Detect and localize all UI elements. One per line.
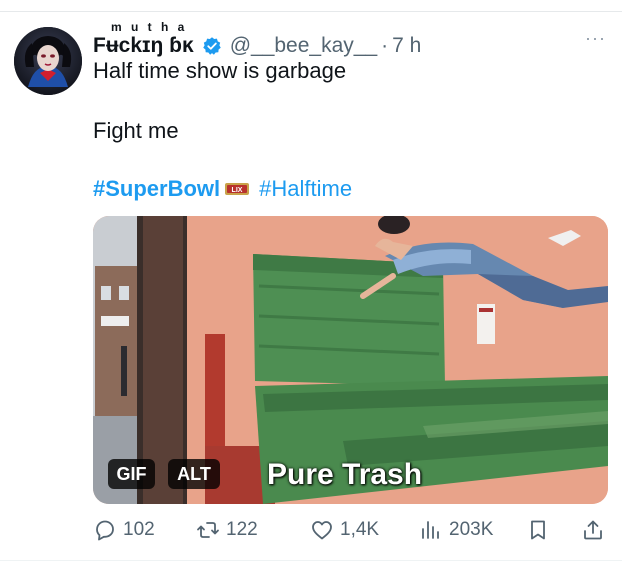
- views-chart-icon: [422, 521, 439, 539]
- hashtags: #SuperBowl LIX #Halftime: [93, 174, 352, 204]
- like-count: 1,4K: [340, 519, 380, 540]
- alt-badge[interactable]: ALT: [168, 459, 220, 489]
- post-text-line-2: Fight me: [93, 118, 179, 143]
- repost-icon: [197, 522, 219, 538]
- superbowl-logo-icon: LIX: [225, 183, 250, 195]
- repost-count: 122: [226, 519, 258, 540]
- bottom-divider: [0, 560, 622, 561]
- reply-count: 102: [123, 519, 155, 540]
- views-count: 203K: [449, 519, 494, 540]
- display-name-super: m u t h a: [111, 20, 188, 34]
- repost-button[interactable]: 122: [196, 514, 258, 546]
- display-name-text: Fʉckɪŋ ɓĸ: [93, 34, 194, 57]
- views-button[interactable]: 203K: [419, 514, 493, 546]
- gif-badge[interactable]: GIF: [108, 459, 155, 489]
- more-options-icon[interactable]: ···: [585, 28, 606, 49]
- share-button[interactable]: [581, 514, 611, 546]
- heart-icon: [312, 521, 332, 540]
- timestamp[interactable]: 7 h: [392, 34, 421, 58]
- verified-badge-icon: [202, 37, 221, 55]
- gif-caption: Pure Trash: [267, 458, 423, 491]
- bookmark-icon: [531, 520, 545, 540]
- action-bar: 102 122 1,4K 203K: [93, 514, 608, 546]
- display-name[interactable]: m u t h a Fʉckɪŋ ɓĸ: [93, 21, 194, 58]
- share-icon: [584, 520, 602, 540]
- superbowl-logo-text: LIX: [232, 187, 243, 194]
- top-divider: [0, 11, 622, 12]
- hashtag-superbowl[interactable]: #SuperBowl: [93, 174, 220, 204]
- handle[interactable]: @__bee_kay__: [230, 34, 377, 58]
- bookmark-button[interactable]: [526, 514, 556, 546]
- like-button[interactable]: 1,4K: [310, 514, 379, 546]
- post-header: m u t h a Fʉckɪŋ ɓĸ @__bee_kay__ · 7 h: [93, 21, 421, 58]
- separator: ·: [381, 34, 389, 57]
- post-text-line-1: Half time show is garbage: [93, 58, 347, 83]
- reply-button[interactable]: 102: [93, 514, 155, 546]
- reply-icon: [96, 520, 114, 541]
- avatar[interactable]: [14, 27, 82, 95]
- hashtag-halftime[interactable]: #Halftime: [259, 174, 352, 204]
